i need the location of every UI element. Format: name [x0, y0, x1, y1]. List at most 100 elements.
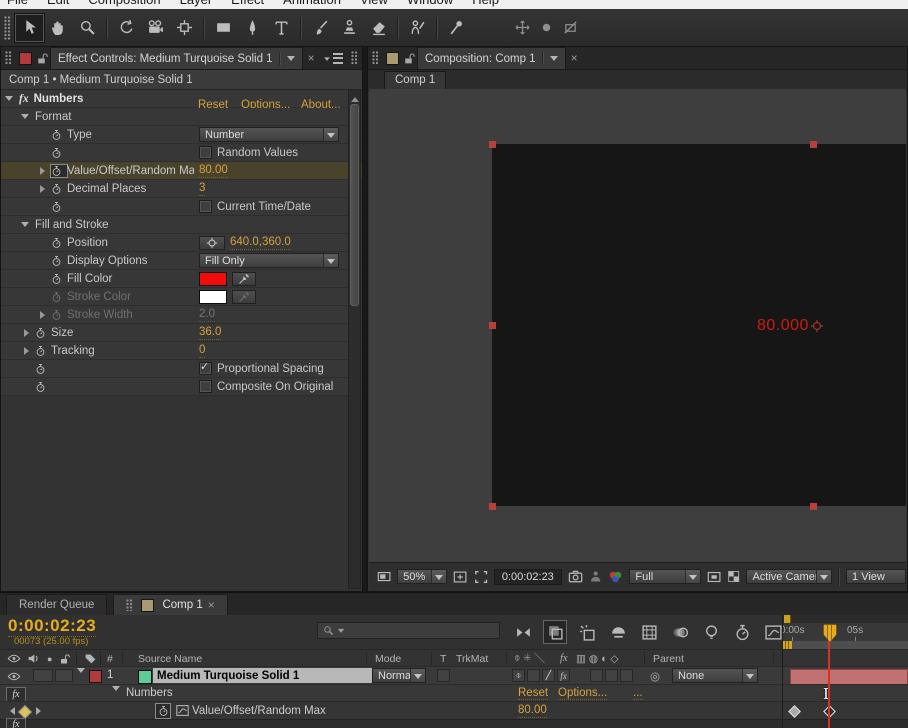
ec-row-tracking[interactable]: Tracking0 — [1, 342, 362, 360]
fx-toggle-icon[interactable]: fx — [6, 718, 26, 728]
unified-camera-tool[interactable] — [141, 14, 170, 42]
more-link[interactable]: ... — [633, 687, 643, 700]
3d-view-dropdown[interactable]: Active Camera — [746, 569, 832, 584]
ec-row-proportional-spacing[interactable]: Proportional Spacing — [1, 360, 362, 378]
brainstorm-button[interactable] — [700, 621, 722, 643]
stopwatch-icon[interactable] — [51, 273, 67, 285]
always-preview-icon[interactable] — [377, 569, 391, 585]
no-snap-icon[interactable] — [563, 20, 578, 35]
keyframe-at-time-icon[interactable] — [18, 705, 32, 719]
stopwatch-icon[interactable] — [51, 309, 67, 321]
pen-tool[interactable] — [238, 14, 267, 42]
hand-tool[interactable] — [44, 14, 73, 42]
property-value[interactable]: 36.0 — [199, 326, 221, 340]
eyedropper-button[interactable] — [232, 290, 256, 304]
view-layout-dropdown[interactable]: 1 View — [846, 569, 906, 584]
twirl-open-icon[interactable] — [21, 114, 29, 123]
panel-grip[interactable] — [5, 51, 12, 65]
label-column-icon[interactable] — [84, 652, 97, 665]
ec-row-display-options[interactable]: Display OptionsFill Only — [1, 252, 362, 270]
show-channels-icon[interactable] — [608, 569, 623, 585]
show-snapshot-icon[interactable] — [589, 569, 602, 584]
selection-handle[interactable] — [810, 141, 817, 148]
solo-column-icon[interactable]: ● — [47, 654, 52, 664]
layer-duration-bar[interactable] — [790, 669, 908, 685]
stopwatch-icon[interactable] — [51, 129, 67, 141]
effect-point-icon[interactable] — [810, 319, 824, 333]
stopwatch-icon[interactable] — [156, 704, 170, 718]
effect-numbers-row[interactable]: fx Numbers Reset Options... ... — [0, 684, 782, 702]
checkbox[interactable] — [199, 200, 212, 213]
roto-brush-tool[interactable] — [403, 14, 432, 42]
mini-flowchart-button[interactable] — [512, 621, 534, 643]
pan-behind-tool[interactable] — [170, 14, 199, 42]
panel-menu-button[interactable] — [323, 52, 343, 65]
menu-help[interactable]: Help — [472, 0, 499, 9]
live-update-button[interactable] — [543, 620, 567, 644]
ec-row-size[interactable]: Size36.0 — [1, 324, 362, 342]
dropdown[interactable]: Number — [199, 127, 339, 142]
keyframe-diamond[interactable] — [788, 705, 801, 718]
transparency-grid-icon[interactable] — [727, 569, 740, 584]
ec-row-fill-and-stroke[interactable]: Fill and Stroke — [1, 216, 362, 234]
column-number[interactable]: # — [107, 653, 113, 665]
ec-row-stroke-color[interactable]: Stroke Color — [1, 288, 362, 306]
selection-handle[interactable] — [489, 141, 496, 148]
lock-icon[interactable] — [35, 52, 48, 65]
layer-name[interactable]: Medium Turquoise Solid 1 — [153, 668, 372, 683]
search-options-icon[interactable] — [338, 629, 344, 636]
twirl-closed-icon[interactable] — [40, 185, 49, 193]
ec-row-composite-on-original[interactable]: Composite On Original — [1, 378, 362, 396]
ec-row-current-time-date[interactable]: Current Time/Date — [1, 198, 362, 216]
ec-row-stroke-width[interactable]: Stroke Width2.0 — [1, 306, 362, 324]
layer-row[interactable]: 1 Medium Turquoise Solid 1 Normal ⌽ ╱ fx… — [0, 666, 782, 685]
property-value[interactable]: 2.0 — [199, 308, 215, 322]
reset-link[interactable]: Reset — [518, 687, 548, 700]
stopwatch-icon[interactable] — [35, 345, 51, 357]
motion-blur-button[interactable] — [669, 621, 691, 643]
column-trkmat[interactable]: TrkMat — [456, 653, 488, 665]
solid-color-swatch[interactable] — [138, 670, 152, 684]
lock-column-icon[interactable] — [58, 653, 70, 665]
ec-row-random-values[interactable]: Random Values — [1, 144, 362, 162]
effect-header-row[interactable]: fx Numbers Reset Options... About... — [1, 90, 362, 108]
tab-composition[interactable]: Composition: Comp 1 — [417, 47, 566, 69]
rotation-tool[interactable] — [112, 14, 141, 42]
property-name[interactable]: Value/Offset/Random Max — [192, 705, 326, 717]
solid-layer-canvas[interactable] — [492, 144, 906, 506]
chevron-down-icon[interactable] — [550, 56, 558, 65]
dropdown[interactable]: Fill Only — [199, 253, 339, 268]
menu-view[interactable]: View — [360, 0, 388, 9]
stopwatch-icon[interactable] — [35, 381, 51, 393]
panel-grip[interactable] — [4, 16, 11, 40]
twirl-open-icon[interactable] — [5, 96, 13, 105]
effect-name[interactable]: Numbers — [126, 687, 173, 699]
navigator-start-handle[interactable] — [784, 615, 791, 623]
ec-row-fill-color[interactable]: Fill Color — [1, 270, 362, 288]
axis-mode-icon[interactable] — [515, 20, 530, 35]
menu-layer[interactable]: Layer — [180, 0, 213, 9]
column-source-name[interactable]: Source Name — [138, 653, 202, 665]
twirl-closed-icon[interactable] — [24, 347, 33, 355]
stopwatch-icon[interactable] — [51, 183, 67, 195]
selection-tool[interactable] — [15, 14, 44, 42]
timeline-search-input[interactable] — [317, 622, 500, 639]
checkbox[interactable] — [199, 362, 212, 375]
time-ruler[interactable]: 0:00s 05s — [783, 623, 908, 642]
brush-tool[interactable] — [306, 14, 335, 42]
layer-label-swatch[interactable] — [89, 670, 102, 683]
viewer-tab-comp1[interactable]: Comp 1 — [384, 71, 446, 90]
panel-grip[interactable] — [351, 51, 358, 65]
tab-effect-controls[interactable]: Effect Controls: Medium Turquoise Solid … — [50, 47, 303, 69]
twirl-closed-icon[interactable] — [24, 329, 33, 337]
menu-effect[interactable]: Effect — [231, 0, 264, 9]
selection-handle[interactable] — [489, 322, 496, 329]
audio-column-icon[interactable] — [27, 652, 40, 665]
type-tool[interactable] — [267, 14, 296, 42]
parent-pickwhip-icon[interactable]: ◎ — [650, 669, 660, 683]
menu-animation[interactable]: Animation — [283, 0, 341, 9]
graph-editor-button[interactable] — [762, 621, 784, 643]
prev-keyframe-icon[interactable] — [6, 707, 15, 715]
current-time-display[interactable]: 0:00:02:23 — [8, 616, 96, 637]
lock-icon[interactable] — [402, 52, 415, 65]
